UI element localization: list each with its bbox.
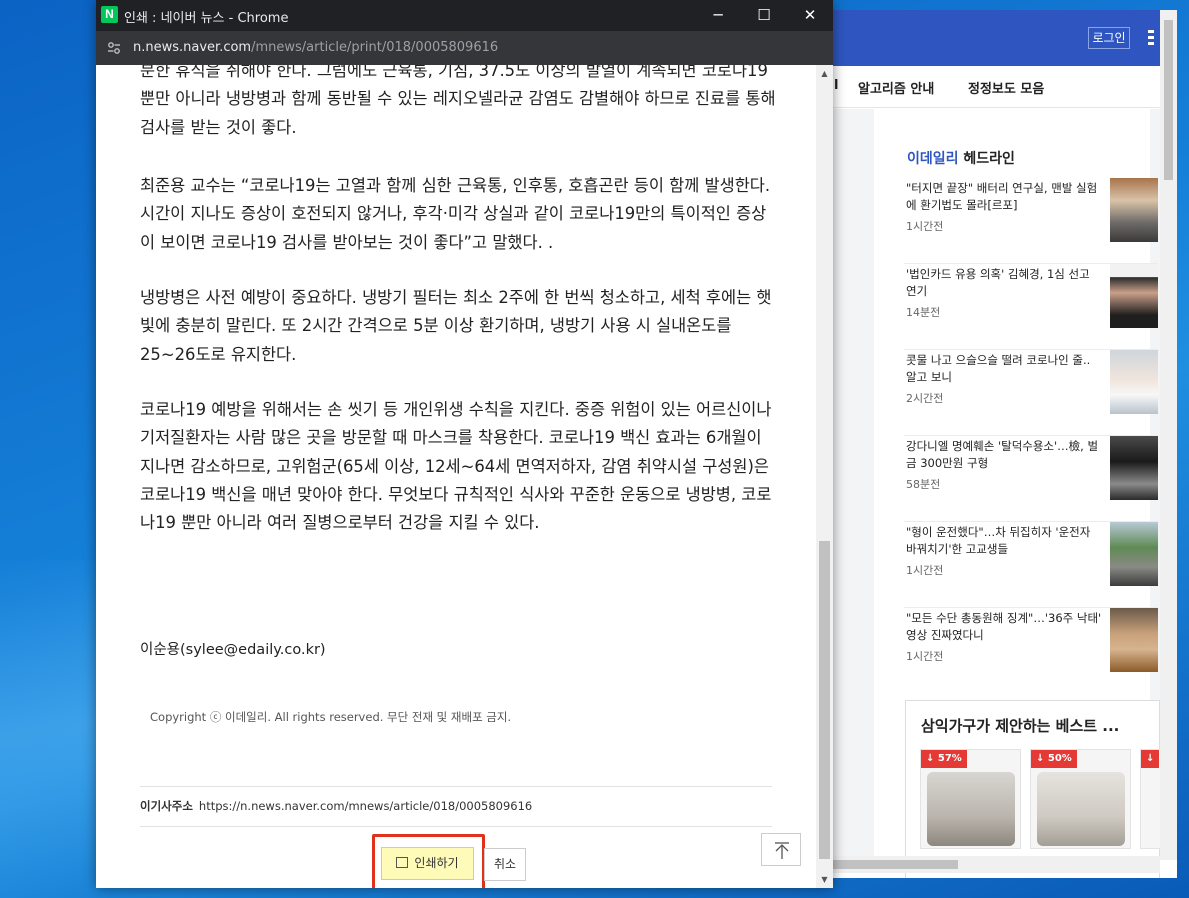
arrow-up-icon bbox=[775, 842, 789, 859]
headline-item[interactable]: 강다니엘 명예훼손 '탈덕수용소'…檢, 벌금 300만원 구형 58분전 bbox=[904, 436, 1158, 522]
maximize-button[interactable]: ☐ bbox=[741, 0, 787, 31]
headline-item[interactable]: "형이 운전했다"…차 뒤집히자 '운전자 바꿔치기'한 고교생들 1시간전 bbox=[904, 522, 1158, 608]
nav-item-algorithm[interactable]: 알고리즘 안내 bbox=[858, 78, 934, 97]
headline-thumbnail[interactable] bbox=[1110, 178, 1158, 242]
ad-product-image bbox=[927, 772, 1015, 846]
minimize-button[interactable]: ─ bbox=[695, 0, 741, 31]
divider bbox=[140, 826, 772, 827]
headline-thumbnail[interactable] bbox=[1110, 350, 1158, 414]
headline-thumbnail[interactable] bbox=[1110, 522, 1158, 586]
headline-time: 58분전 bbox=[906, 478, 941, 491]
headline-text[interactable]: '법인카드 유용 의혹' 김혜경, 1심 선고 연기 bbox=[906, 266, 1102, 300]
headline-time: 1시간전 bbox=[906, 650, 944, 663]
ad-product-card[interactable]: ↓ 50% bbox=[1030, 749, 1131, 849]
ad-product-card[interactable]: ↓ 57% bbox=[920, 749, 1021, 849]
headline-text[interactable]: 강다니엘 명예훼손 '탈덕수용소'…檢, 벌금 300만원 구형 bbox=[906, 438, 1102, 472]
side-gutter bbox=[832, 109, 874, 869]
nav-item-corrections[interactable]: 정정보도 모음 bbox=[968, 78, 1044, 97]
url-domain: n.news.naver.com bbox=[133, 40, 252, 55]
url-path: /mnews/article/print/018/0005809616 bbox=[251, 40, 499, 55]
background-vertical-scrollbar[interactable] bbox=[1160, 10, 1177, 860]
discount-badge: ↓ 57% bbox=[921, 750, 967, 768]
headline-text[interactable]: "터지면 끝장" 배터리 연구실, 맨발 실험에 환기법도 몰라[르포] bbox=[906, 180, 1102, 214]
menu-icon[interactable] bbox=[1148, 30, 1158, 46]
ad-product-image bbox=[1037, 772, 1125, 846]
scroll-thumb[interactable] bbox=[1164, 20, 1173, 180]
print-popup-window[interactable]: N 인쇄 : 네이버 뉴스 - Chrome ─ ☐ ✕ n.news.nave… bbox=[96, 0, 833, 888]
scroll-thumb[interactable] bbox=[832, 860, 958, 869]
headline-item[interactable]: 콧물 나고 으슬으슬 떨려 코로나인 줄.. 알고 보니 2시간전 bbox=[904, 350, 1158, 436]
background-browser-window[interactable]: 로그인 l 알고리즘 안내 정정보도 모음 이데일리 헤드라인 "터지면 끝장"… bbox=[832, 10, 1177, 878]
headline-item[interactable]: '법인카드 유용 의혹' 김혜경, 1심 선고 연기 14분전 bbox=[904, 264, 1158, 350]
window-title: 인쇄 : 네이버 뉴스 - Chrome bbox=[124, 11, 289, 26]
login-button[interactable]: 로그인 bbox=[1088, 27, 1130, 49]
article-url-value[interactable]: https://n.news.naver.com/mnews/article/0… bbox=[199, 799, 532, 813]
headline-thumbnail[interactable] bbox=[1110, 264, 1158, 328]
headline-item[interactable]: "모든 수단 총동원해 징계"…'36주 낙태' 영상 진짜였다니 1시간전 bbox=[904, 608, 1158, 694]
headline-time: 2시간전 bbox=[906, 392, 944, 405]
background-nav: l 알고리즘 안내 정정보도 모음 bbox=[832, 66, 1160, 108]
headline-item[interactable]: "터지면 끝장" 배터리 연구실, 맨발 실험에 환기법도 몰라[르포] 1시간… bbox=[904, 178, 1158, 264]
headline-text[interactable]: "모든 수단 총동원해 징계"…'36주 낙태' 영상 진짜였다니 bbox=[906, 610, 1102, 644]
headline-section-title: 이데일리 헤드라인 bbox=[907, 148, 1015, 168]
headline-time: 1시간전 bbox=[906, 564, 944, 577]
headline-time: 14분전 bbox=[906, 306, 941, 319]
site-settings-icon[interactable] bbox=[106, 40, 122, 56]
popup-vertical-scrollbar[interactable]: ▲ ▼ bbox=[816, 65, 833, 888]
article-paragraph: 분한 휴식을 취해야 한다. 그럼에도 근육통, 기침, 37.5도 이상의 발… bbox=[140, 65, 776, 137]
print-button-label: 인쇄하기 bbox=[414, 856, 459, 870]
headline-thumbnail[interactable] bbox=[1110, 436, 1158, 500]
cancel-button[interactable]: 취소 bbox=[484, 848, 526, 881]
article-url-label: 이기사주소 bbox=[140, 799, 193, 813]
printer-icon bbox=[396, 857, 409, 868]
headline-text[interactable]: 콧물 나고 으슬으슬 떨려 코로나인 줄.. 알고 보니 bbox=[906, 352, 1102, 386]
article-url: 이기사주소 https://n.news.naver.com/mnews/arti… bbox=[140, 798, 532, 814]
headline-thumbnail[interactable] bbox=[1110, 608, 1158, 672]
scroll-to-top-button[interactable] bbox=[761, 833, 801, 866]
print-button[interactable]: 인쇄하기 bbox=[381, 847, 474, 880]
ad-box[interactable]: 삼익가구가 제안하는 베스트 ... ↓ 57% ↓ 50% ↓ bbox=[905, 700, 1170, 878]
copyright-notice: Copyright ⓒ 이데일리. All rights reserved. 무… bbox=[150, 710, 512, 724]
nav-item-partial[interactable]: l bbox=[834, 78, 838, 93]
close-button[interactable]: ✕ bbox=[787, 0, 833, 31]
article-paragraph: 최준용 교수는 “코로나19는 고열과 함께 심한 근육통, 인후통, 호흡곤란… bbox=[140, 176, 771, 252]
address-bar[interactable]: n.news.naver.com/mnews/article/print/018… bbox=[96, 31, 833, 65]
scroll-up-arrow-icon[interactable]: ▲ bbox=[816, 65, 833, 82]
scroll-thumb[interactable] bbox=[819, 541, 830, 859]
headline-text[interactable]: "형이 운전했다"…차 뒤집히자 '운전자 바꿔치기'한 고교생들 bbox=[906, 524, 1102, 558]
author-byline: 이순용(sylee@edaily.co.kr) bbox=[140, 642, 326, 658]
headline-time: 1시간전 bbox=[906, 220, 944, 233]
article-content: 분한 휴식을 취해야 한다. 그럼에도 근육통, 기침, 37.5도 이상의 발… bbox=[96, 65, 816, 888]
headline-suffix: 헤드라인 bbox=[958, 151, 1015, 167]
headline-brand: 이데일리 bbox=[907, 151, 959, 167]
background-header: 로그인 bbox=[832, 10, 1177, 66]
desktop-light-streak bbox=[0, 560, 100, 898]
ad-title[interactable]: 삼익가구가 제안하는 베스트 ... bbox=[921, 715, 1119, 736]
title-bar[interactable]: N 인쇄 : 네이버 뉴스 - Chrome ─ ☐ ✕ bbox=[96, 0, 833, 31]
naver-app-icon: N bbox=[101, 6, 118, 23]
background-horizontal-scrollbar[interactable] bbox=[832, 856, 1160, 873]
article-paragraph: 코로나19 예방을 위해서는 손 씻기 등 개인위생 수칙을 지킨다. 중증 위… bbox=[140, 400, 772, 533]
discount-badge: ↓ 50% bbox=[1031, 750, 1077, 768]
divider bbox=[140, 786, 772, 787]
discount-badge: ↓ bbox=[1141, 750, 1160, 768]
scroll-down-arrow-icon[interactable]: ▼ bbox=[816, 871, 833, 888]
url-text[interactable]: n.news.naver.com/mnews/article/print/018… bbox=[133, 40, 498, 55]
article-paragraph: 냉방병은 사전 예방이 중요하다. 냉방기 필터는 최소 2주에 한 번씩 청소… bbox=[140, 288, 772, 364]
